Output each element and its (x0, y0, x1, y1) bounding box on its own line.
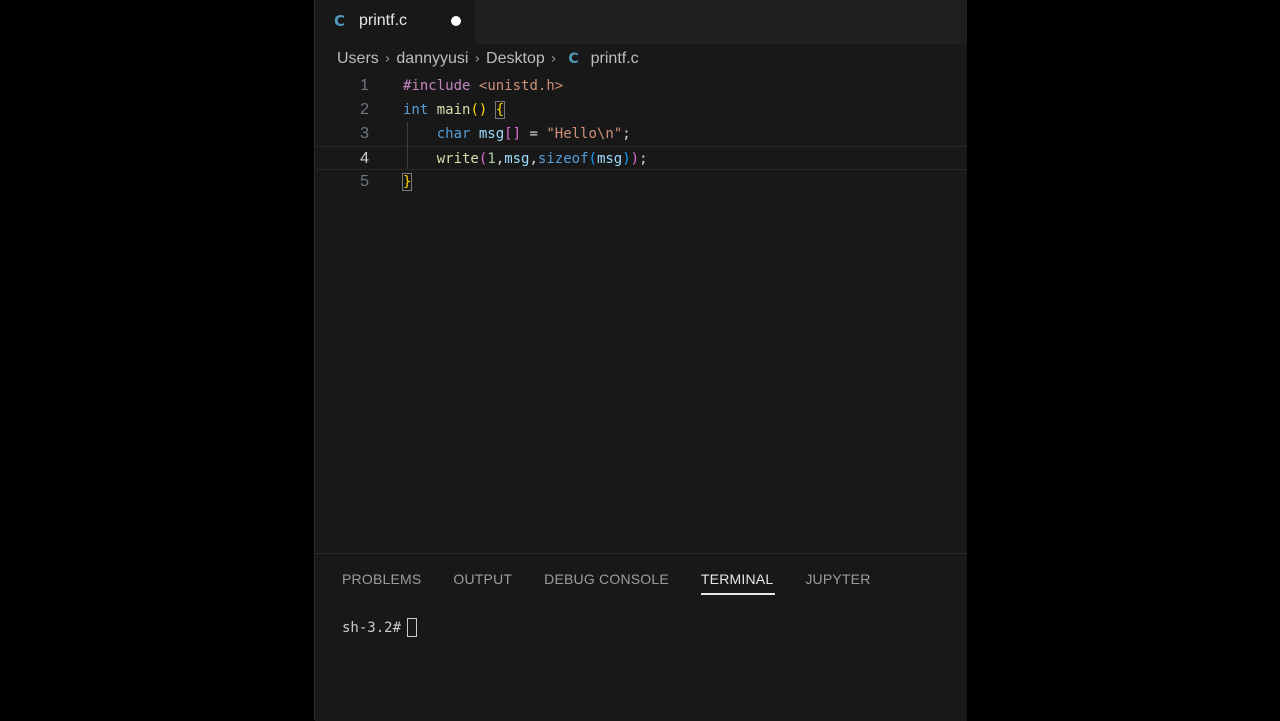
chevron-right-icon: › (384, 51, 391, 67)
code-text: } (401, 173, 413, 191)
code-line[interactable]: 3 char msg[] = "Hello\n"; (315, 122, 967, 146)
code-text: #include <unistd.h> (403, 78, 564, 94)
terminal-cursor (407, 618, 418, 637)
line-number: 5 (360, 173, 369, 190)
chevron-right-icon: › (550, 51, 557, 67)
code-line[interactable]: 5 } (315, 170, 967, 194)
line-number: 4 (360, 150, 369, 167)
code-text: char msg[] = "Hello\n"; (436, 126, 631, 142)
editor-tab-printf[interactable]: C printf.c (315, 0, 475, 44)
chevron-right-icon: › (474, 51, 481, 67)
code-line[interactable]: 2 int main() { (315, 98, 967, 122)
tab-debug-console[interactable]: DEBUG CONSOLE (544, 571, 669, 595)
line-number: 3 (360, 125, 369, 142)
code-text: int main() { (403, 101, 506, 119)
code-editor[interactable]: 1 #include <unistd.h> 2 int main() { 3 c… (315, 74, 967, 578)
panel-tab-bar: PROBLEMS OUTPUT DEBUG CONSOLE TERMINAL J… (342, 571, 903, 595)
editor-tab-bar: C printf.c (315, 0, 967, 44)
unsaved-dot-icon[interactable] (451, 16, 461, 26)
tab-output[interactable]: OUTPUT (453, 571, 512, 595)
tab-jupyter[interactable]: JUPYTER (805, 571, 870, 595)
tab-problems[interactable]: PROBLEMS (342, 571, 421, 595)
breadcrumb: Users › dannyyusi › Desktop › C printf.c (337, 48, 639, 70)
code-line-active[interactable]: 4 write(1,msg,sizeof(msg)); (315, 146, 967, 170)
code-line[interactable]: 1 #include <unistd.h> (315, 74, 967, 98)
line-number: 2 (360, 101, 369, 118)
tab-label: printf.c (359, 12, 408, 29)
line-number: 1 (360, 77, 369, 94)
terminal[interactable]: sh-3.2# (342, 618, 418, 637)
tab-terminal[interactable]: TERMINAL (700, 571, 776, 595)
c-file-icon: C (568, 51, 579, 67)
breadcrumb-users[interactable]: Users (337, 50, 379, 68)
code-text: write(1,msg,sizeof(msg)); (436, 151, 648, 167)
bottom-panel: PROBLEMS OUTPUT DEBUG CONSOLE TERMINAL J… (315, 553, 967, 721)
breadcrumb-desktop[interactable]: Desktop (486, 50, 545, 68)
breadcrumb-dannyyusi[interactable]: dannyyusi (396, 50, 468, 68)
breadcrumb-file[interactable]: printf.c (591, 50, 639, 68)
vscode-window: C printf.c Users › dannyyusi › Desktop ›… (314, 0, 967, 721)
terminal-prompt: sh-3.2# (342, 619, 402, 636)
c-file-icon: C (334, 12, 346, 30)
